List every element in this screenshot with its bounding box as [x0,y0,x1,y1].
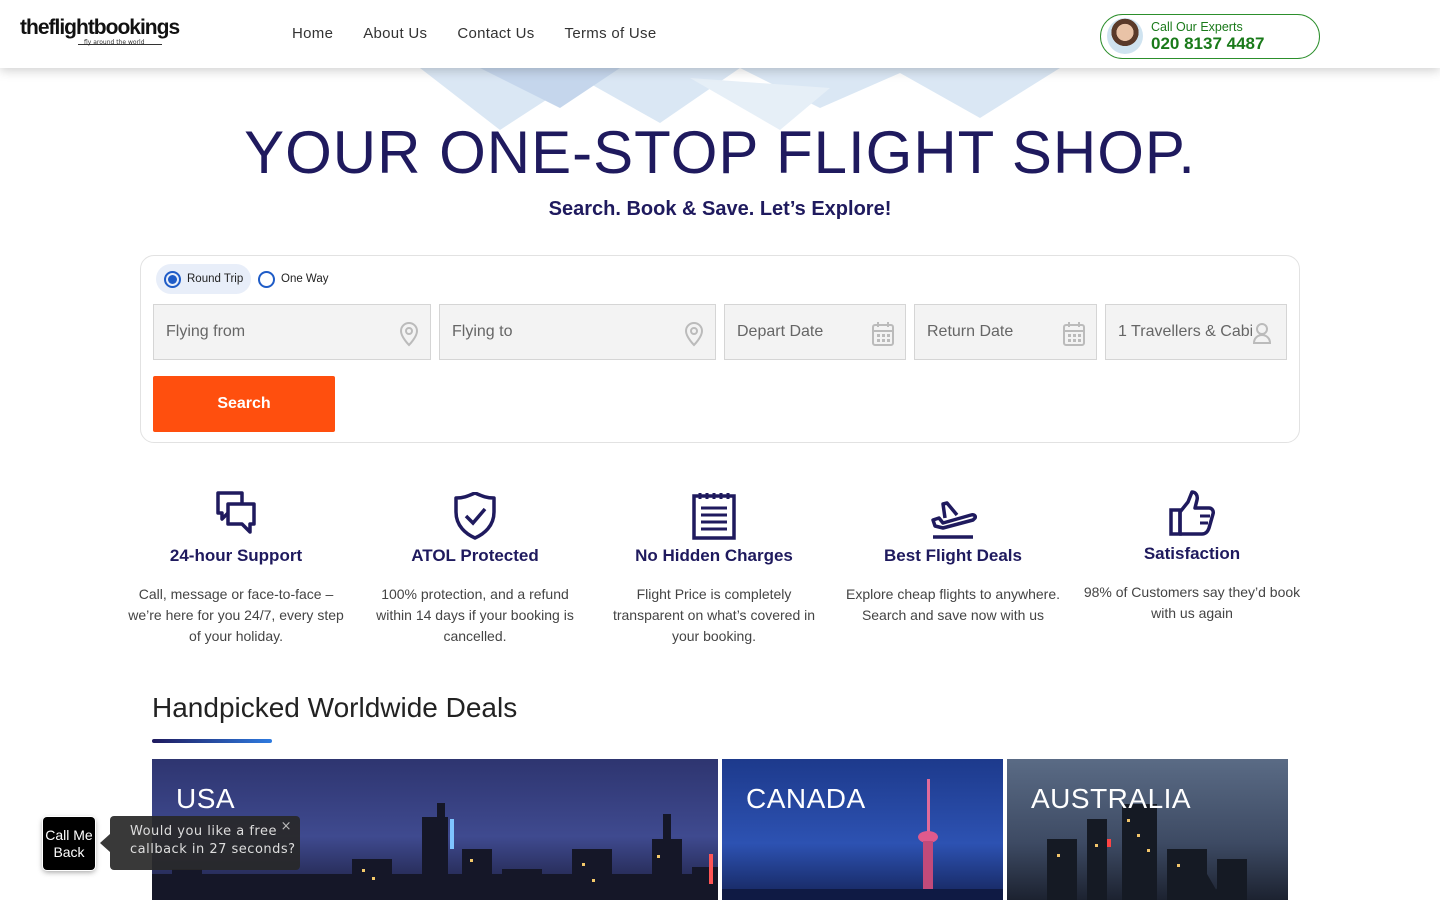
cn-tower-image [722,779,1003,900]
call-experts-button[interactable]: Call Our Experts 020 8137 4487 [1100,14,1320,59]
feature-title: ATOL Protected [411,546,539,565]
feature-title: 24-hour Support [169,546,303,565]
sydney-skyline-image [1047,804,1247,900]
feature-24-hour-support: 24-hour Support Call, message or face-to… [126,488,346,647]
nav-about-us[interactable]: About Us [363,25,427,42]
feature-no-hidden-charges: No Hidden Charges Flight Price is comple… [604,488,824,647]
feature-text: 100% protection, and a refund within 14 … [376,586,574,644]
feature-text: Explore cheap flights to anywhere. Searc… [845,586,1060,623]
nav-contact-us[interactable]: Contact Us [457,25,534,42]
agent-avatar [1107,18,1143,54]
radio-unchecked-icon [258,270,275,288]
map-pin-icon [684,321,704,347]
callback-tooltip-text: Would you like a free callback in 27 sec… [130,824,296,857]
hero-title: YOUR ONE-STOP FLIGHT SHOP. [244,119,1196,186]
hero-subtitle: Search. Book & Save. Let’s Explore! [548,198,892,220]
deal-name: AUSTRALIA [1031,783,1192,814]
search-button[interactable]: Search [153,376,335,432]
logo-tagline: fly around the world [84,39,145,46]
site-logo[interactable]: theflightbookings fly around the world [20,16,200,50]
deals-heading: Handpicked Worldwide Deals [152,692,518,723]
logo-text: theflightbookings [20,16,180,39]
flying-from-input[interactable]: Flying from [153,304,431,360]
feature-text: 98% of Customers say they’d book with us… [1083,584,1301,621]
thumbs-up-icon [1169,490,1215,536]
shield-check-icon [454,492,496,540]
call-me-back-button[interactable]: Call Me Back [43,817,95,870]
return-date-placeholder: Return Date [927,323,1014,340]
plane-takeoff-icon [931,501,977,539]
depart-date-placeholder: Depart Date [737,323,824,340]
main-nav: Home About Us Contact Us Terms of Use [292,25,656,42]
feature-title: Best Flight Deals [884,546,1022,565]
travellers-cabin-input[interactable]: 1 Travellers & Cabin [1105,304,1287,360]
round-trip-label: Round Trip [187,273,244,285]
chat-icon [216,491,256,534]
calendar-icon [872,322,894,346]
nav-terms-of-use[interactable]: Terms of Use [565,25,657,42]
feature-atol-protected: ATOL Protected 100% protection, and a re… [365,488,585,647]
map-pin-icon [399,321,419,347]
feature-title: Satisfaction [1143,544,1241,563]
feature-satisfaction: Satisfaction 98% of Customers say they’d… [1082,486,1302,624]
flying-from-placeholder: Flying from [166,323,246,340]
close-icon[interactable]: × [281,818,292,836]
notepad-icon [692,493,736,540]
feature-text: Flight Price is completely transparent o… [612,586,816,644]
one-way-label: One Way [281,273,329,285]
deal-tile-canada[interactable]: CANADA [722,759,1003,900]
deal-name: USA [176,783,236,814]
travellers-placeholder: 1 Travellers & Cabin [1118,323,1263,340]
deal-tile-australia[interactable]: AUSTRALIA [1007,759,1288,900]
depart-date-input[interactable]: Depart Date [724,304,906,360]
feature-title: No Hidden Charges [635,546,793,565]
nav-home[interactable]: Home [292,25,333,42]
one-way-radio[interactable]: One Way [250,264,337,294]
round-trip-radio[interactable]: Round Trip [156,264,252,294]
return-date-input[interactable]: Return Date [914,304,1097,360]
deal-name: CANADA [746,783,866,814]
user-icon [1252,321,1276,345]
feature-best-flight-deals: Best Flight Deals Explore cheap flights … [843,488,1063,626]
feature-text: Call, message or face-to-face – we’re he… [128,586,344,644]
call-number: 020 8137 4487 [1151,34,1265,53]
call-label: Call Our Experts [1151,20,1243,34]
callback-tooltip: Would you like a free callback in 27 sec… [100,816,300,870]
radio-checked-icon [164,270,181,288]
deals-heading-underline [152,739,272,743]
site-header: theflightbookings fly around the world H… [0,0,1440,68]
calendar-icon [1063,322,1085,346]
flying-to-placeholder: Flying to [452,323,513,340]
flying-to-input[interactable]: Flying to [439,304,716,360]
